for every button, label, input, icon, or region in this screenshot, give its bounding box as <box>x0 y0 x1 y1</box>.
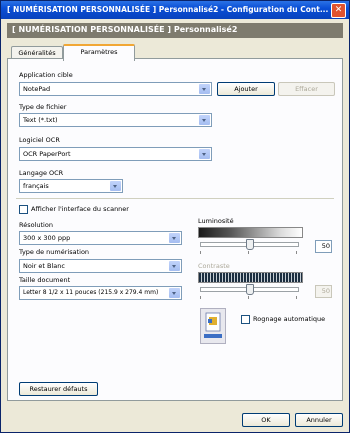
add-app-button[interactable]: Ajouter <box>217 82 275 96</box>
file-type-label: Type de fichier <box>19 103 67 111</box>
ocr-language-label: Langage OCR <box>19 169 64 177</box>
resolution-value: 300 x 300 ppp <box>23 234 71 242</box>
ocr-software-value: OCR PaperPort <box>23 150 71 158</box>
window-title: [ NUMÉRISATION PERSONNALISÉE ] Personnal… <box>7 5 329 14</box>
contrast-preview-bar <box>198 272 303 283</box>
settings-panel: Application cible NotePad Ajouter Efface… <box>7 58 343 401</box>
profile-header-text: [ NUMÉRISATION PERSONNALISÉE ] Personnal… <box>12 25 238 34</box>
brightness-ticks <box>200 251 297 254</box>
brightness-value-field[interactable]: 50 <box>315 240 332 253</box>
target-app-label: Application cible <box>19 71 73 79</box>
chevron-down-icon[interactable] <box>169 288 180 298</box>
doc-size-select[interactable]: Letter 8 1/2 x 11 pouces (215.9 x 279.4 … <box>19 286 182 300</box>
file-type-select[interactable]: Text (*.txt) <box>19 113 212 127</box>
cancel-button[interactable]: Annuler <box>295 413 343 427</box>
doc-size-value: Letter 8 1/2 x 11 pouces (215.9 x 279.4 … <box>23 289 159 296</box>
auto-crop-checkbox[interactable] <box>241 315 250 324</box>
scan-type-value: Noir et Blanc <box>23 262 65 270</box>
file-type-value: Text (*.txt) <box>23 116 58 124</box>
chevron-down-icon[interactable] <box>199 84 210 94</box>
chevron-down-icon[interactable] <box>199 149 210 159</box>
tab-parameters[interactable]: Paramètres <box>63 44 135 61</box>
ocr-language-select[interactable]: français <box>19 179 123 193</box>
ok-button[interactable]: OK <box>242 413 290 427</box>
target-app-select[interactable]: NotePad <box>19 82 212 96</box>
brightness-slider-thumb[interactable] <box>245 239 254 250</box>
resolution-label: Résolution <box>19 221 53 229</box>
restore-defaults-button[interactable]: Restaurer défauts <box>19 382 98 396</box>
ocr-software-label: Logiciel OCR <box>19 136 60 144</box>
profile-header: [ NUMÉRISATION PERSONNALISÉE ] Personnal… <box>7 23 343 38</box>
title-bar[interactable]: [ NUMÉRISATION PERSONNALISÉE ] Personnal… <box>1 1 349 19</box>
dialog-window: [ NUMÉRISATION PERSONNALISÉE ] Personnal… <box>0 0 350 433</box>
document-scan-icon <box>200 308 226 344</box>
show-scanner-ui-label: Afficher l'interface du scanner <box>31 205 129 213</box>
resolution-select[interactable]: 300 x 300 ppp <box>19 231 182 245</box>
chevron-down-icon[interactable] <box>169 261 180 271</box>
contrast-slider-thumb[interactable] <box>245 284 254 295</box>
close-button[interactable]: ✕ <box>331 3 346 18</box>
brightness-preview-bar <box>198 227 303 238</box>
contrast-ticks <box>200 296 297 299</box>
delete-app-button[interactable]: Effacer <box>278 82 335 96</box>
chevron-down-icon[interactable] <box>110 181 121 191</box>
tab-general-label: Généralités <box>18 49 56 57</box>
contrast-value-field[interactable]: 50 <box>315 285 332 298</box>
auto-crop-label: Rognage automatique <box>253 315 326 323</box>
scan-type-label: Type de numérisation <box>19 248 90 256</box>
divider <box>16 198 334 199</box>
tab-parameters-label: Paramètres <box>80 48 118 56</box>
ocr-software-select[interactable]: OCR PaperPort <box>19 147 212 161</box>
chevron-down-icon[interactable] <box>169 233 180 243</box>
contrast-label: Contraste <box>198 262 230 270</box>
chevron-down-icon[interactable] <box>199 115 210 125</box>
brightness-label: Luminosité <box>198 217 234 225</box>
doc-size-label: Taille document <box>19 276 71 284</box>
ocr-language-value: français <box>23 182 49 190</box>
show-scanner-ui-checkbox[interactable] <box>19 205 28 214</box>
target-app-value: NotePad <box>23 85 51 93</box>
scan-type-select[interactable]: Noir et Blanc <box>19 259 182 273</box>
